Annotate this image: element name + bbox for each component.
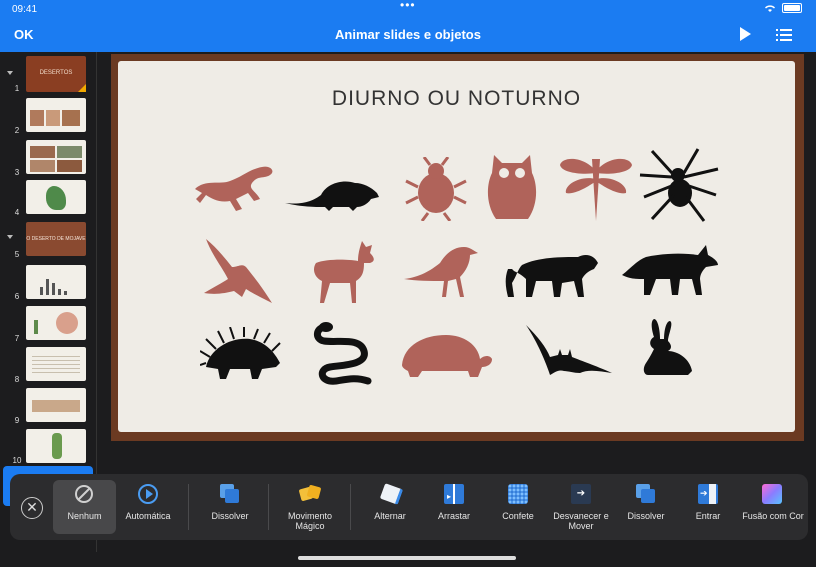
collapse-triangle-icon[interactable]	[7, 235, 13, 239]
slide-thumb-9[interactable]	[26, 388, 86, 422]
effect-fade-move-button[interactable]: ➔ Desvanecer e Mover	[550, 474, 612, 540]
effect-label: Dissolver	[211, 511, 249, 521]
effect-dissolve-2-button[interactable]: Dissolver	[616, 474, 676, 540]
deer-icon[interactable]	[306, 237, 382, 307]
effect-dissolve-button[interactable]: Dissolver	[200, 474, 260, 540]
slide-canvas[interactable]: DIURNO OU NOTURNO	[111, 54, 804, 441]
slide-number: 1	[14, 84, 20, 93]
effect-label: Confete	[502, 511, 534, 521]
effect-label: Entrar	[695, 511, 721, 521]
corner-fold-icon	[78, 84, 86, 92]
slide-thumb-3[interactable]	[26, 140, 86, 174]
slide-thumb-10[interactable]	[26, 429, 86, 463]
slide-thumb-4[interactable]	[26, 180, 86, 214]
color-fade-icon	[762, 484, 782, 504]
porcupine-icon[interactable]	[200, 327, 282, 381]
slide-number: 7	[14, 334, 20, 343]
snake-icon[interactable]	[312, 321, 374, 387]
home-indicator[interactable]	[298, 556, 516, 560]
divider	[350, 484, 351, 530]
bird-icon[interactable]	[402, 241, 480, 301]
wifi-icon	[765, 4, 775, 12]
flip-icon	[379, 483, 404, 505]
collapse-triangle-icon[interactable]	[7, 71, 13, 75]
bat-icon[interactable]	[524, 323, 614, 379]
effect-label: Automática	[125, 511, 171, 521]
list-icon[interactable]	[776, 28, 792, 42]
slide-thumb-1[interactable]: DESERTOS	[26, 56, 86, 92]
slide-number: 10	[12, 456, 22, 465]
dragonfly-icon[interactable]	[558, 151, 634, 223]
jaguar-icon[interactable]	[502, 239, 602, 299]
slide-thumb-7[interactable]	[26, 306, 86, 340]
rat-icon[interactable]	[283, 173, 383, 213]
push-icon: ▸	[444, 484, 464, 504]
effect-label: Arrastar	[437, 511, 470, 521]
page-title: Animar slides e objetos	[335, 27, 481, 42]
effect-magic-move-button[interactable]: Movimento Mágico	[278, 474, 342, 540]
effect-move-in-button[interactable]: ➔ Entrar	[680, 474, 736, 540]
slide-thumb-5[interactable]: O DESERTO DE MOJAVE	[26, 222, 86, 256]
effect-label: Alternar	[374, 511, 406, 521]
effect-push-button[interactable]: ▸ Arrastar	[424, 474, 484, 540]
effect-automatic-button[interactable]: Automática	[118, 474, 178, 540]
status-time: 09:41	[12, 4, 38, 15]
divider	[268, 484, 269, 530]
slide-thumb-6[interactable]	[26, 265, 86, 299]
slide-number: 6	[14, 292, 20, 301]
multitask-dots[interactable]: •••	[400, 0, 416, 12]
slide-number: 5	[14, 250, 20, 259]
wolf-icon[interactable]	[620, 239, 720, 297]
effect-label: Movimento Mágico	[287, 511, 332, 531]
slide-number: 9	[14, 416, 20, 425]
transition-effects-panel: ✕ Nenhum Automática Dissolver Movimento …	[10, 474, 808, 540]
slide[interactable]: DIURNO OU NOTURNO	[118, 61, 795, 432]
beetle-icon[interactable]	[404, 157, 468, 221]
rabbit-icon[interactable]	[634, 317, 696, 379]
no-effect-icon	[75, 485, 93, 503]
spider-icon[interactable]	[638, 145, 720, 225]
battery-icon	[782, 3, 802, 13]
dissolve-icon	[636, 484, 656, 504]
effect-label: Nenhum	[67, 511, 102, 521]
magic-move-icon	[298, 484, 322, 504]
effect-none-button[interactable]: Nenhum	[53, 480, 116, 534]
slide-thumb-8[interactable]	[26, 347, 86, 381]
status-bar: 09:41 •••	[0, 0, 816, 18]
play-icon[interactable]	[740, 27, 751, 41]
hawk-icon[interactable]	[202, 237, 274, 309]
nav-bar: OK Animar slides e objetos	[0, 18, 816, 52]
effect-label: Desvanecer e Mover	[553, 511, 609, 531]
close-panel-button[interactable]: ✕	[21, 497, 43, 519]
effect-label: Dissolver	[627, 511, 665, 521]
effect-flip-button[interactable]: Alternar	[360, 474, 420, 540]
dissolve-icon	[220, 484, 240, 504]
play-circle-icon	[138, 484, 158, 504]
effect-confetti-button[interactable]: Confete	[488, 474, 548, 540]
owl-icon[interactable]	[484, 149, 540, 225]
move-in-icon: ➔	[698, 484, 718, 504]
lizard-icon[interactable]	[190, 159, 280, 219]
slide-number: 8	[14, 375, 20, 384]
divider	[188, 484, 189, 530]
confetti-icon	[508, 484, 528, 504]
slide-thumb-2[interactable]	[26, 98, 86, 132]
slide-thumb-title: DESERTOS	[39, 70, 73, 76]
tortoise-icon[interactable]	[398, 331, 494, 381]
slide-title: DIURNO OU NOTURNO	[331, 87, 582, 110]
slide-number: 3	[14, 168, 20, 177]
slide-number: 4	[14, 208, 20, 217]
effect-label: Fusão com Cor	[742, 511, 804, 521]
fade-move-icon: ➔	[571, 484, 591, 504]
effect-color-fade-button[interactable]: Fusão com Cor	[738, 474, 808, 540]
slide-number: 2	[14, 126, 20, 135]
slide-thumb-title: O DESERTO DE MOJAVE	[26, 236, 86, 242]
